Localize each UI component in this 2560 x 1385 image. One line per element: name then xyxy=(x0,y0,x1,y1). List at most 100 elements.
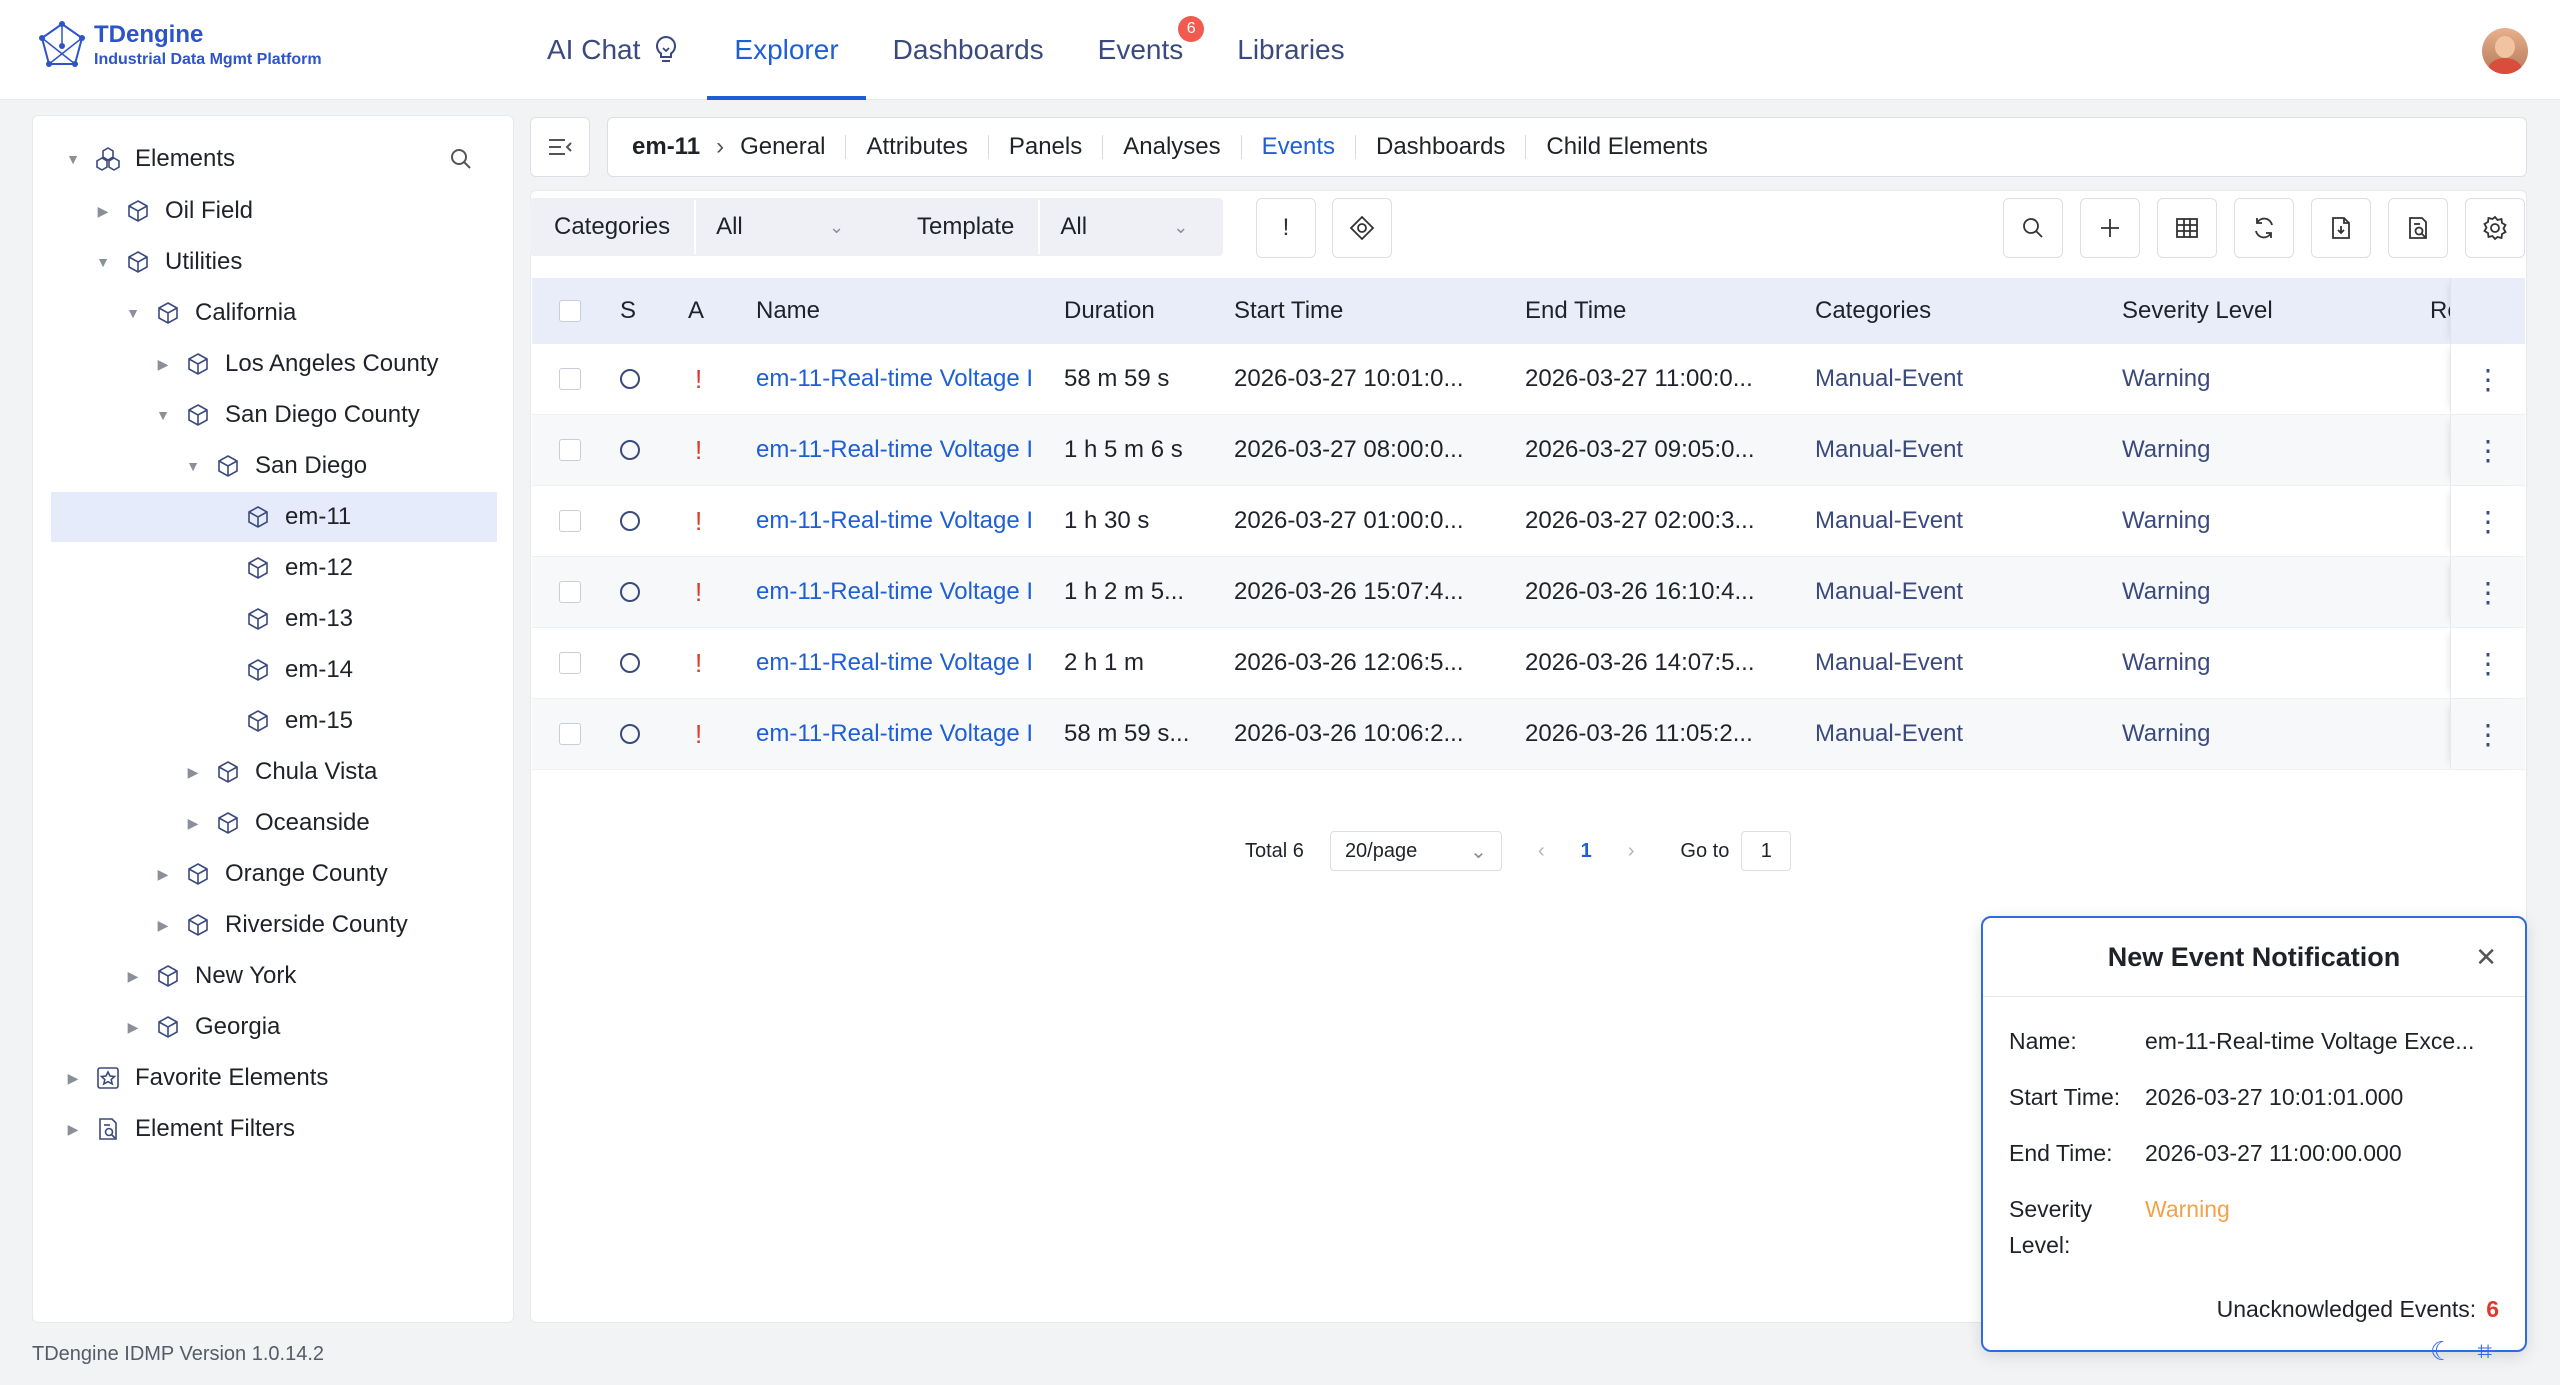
hash-icon[interactable]: ⌗ xyxy=(2477,1336,2492,1368)
tree-node-em-11[interactable]: em-11 xyxy=(51,492,497,542)
search-icon[interactable] xyxy=(449,147,473,171)
header-categories[interactable]: Categories xyxy=(1815,278,1931,344)
row-checkbox[interactable] xyxy=(559,486,581,556)
tree-node-favorite-elements[interactable]: ▶ Favorite Elements xyxy=(51,1053,497,1103)
add-event-button[interactable] xyxy=(2080,198,2140,258)
table-row[interactable]: ! em-11-Real-time Voltage I 58 m 59 s 20… xyxy=(532,344,2525,415)
caret-right-icon[interactable]: ▶ xyxy=(125,968,141,984)
caret-right-icon[interactable]: ▶ xyxy=(65,1121,81,1137)
event-name-link[interactable]: em-11-Real-time Voltage I xyxy=(756,415,1046,485)
tree-node-san-diego[interactable]: ▼ San Diego xyxy=(51,441,497,491)
moon-icon[interactable]: ☾ xyxy=(2430,1336,2453,1368)
header-truncated[interactable]: Re xyxy=(2430,278,2450,344)
caret-right-icon[interactable]: ▶ xyxy=(155,866,171,882)
header-severity[interactable]: Severity Level xyxy=(2122,278,2273,344)
tree-node-em-14[interactable]: em-14 xyxy=(51,645,497,695)
caret-down-icon[interactable]: ▼ xyxy=(125,305,141,321)
nav-ai-chat[interactable]: AI Chat xyxy=(520,0,707,100)
caret-down-icon[interactable]: ▼ xyxy=(185,458,201,474)
collapse-sidebar-button[interactable] xyxy=(530,117,590,177)
page-size-select[interactable]: 20/page ⌄ xyxy=(1329,831,1502,871)
tree-root-elements[interactable]: ▼ Elements xyxy=(51,134,497,184)
caret-down-icon[interactable]: ▼ xyxy=(65,151,81,167)
unacknowledged-events[interactable]: Unacknowledged Events: 6 xyxy=(2217,1296,2499,1323)
breadcrumb-root[interactable]: em-11 xyxy=(632,133,700,161)
row-checkbox[interactable] xyxy=(559,344,581,414)
tree-node-chula-vista[interactable]: ▶ Chula Vista xyxy=(51,747,497,797)
column-settings-button[interactable] xyxy=(2157,198,2217,258)
tab-events[interactable]: Events xyxy=(1242,135,1356,159)
next-page-icon[interactable]: › xyxy=(1628,840,1635,863)
app-logo[interactable]: TDengine Industrial Data Mgmt Platform xyxy=(38,20,322,72)
row-checkbox[interactable] xyxy=(559,415,581,485)
nav-libraries[interactable]: Libraries xyxy=(1210,0,1371,100)
page-1[interactable]: 1 xyxy=(1581,840,1592,863)
header-status[interactable]: S xyxy=(620,278,636,344)
search-button[interactable] xyxy=(2003,198,2063,258)
header-end-time[interactable]: End Time xyxy=(1525,278,1626,344)
tree-node-oceanside[interactable]: ▶ Oceanside xyxy=(51,798,497,848)
tab-child-elements[interactable]: Child Elements xyxy=(1526,135,1727,159)
categories-select[interactable]: All ⌄ xyxy=(694,200,865,254)
caret-right-icon[interactable]: ▶ xyxy=(95,203,111,219)
tree-node-san-diego-county[interactable]: ▼ San Diego County xyxy=(51,390,497,440)
event-name-link[interactable]: em-11-Real-time Voltage I xyxy=(756,628,1046,698)
event-name-link[interactable]: em-11-Real-time Voltage I xyxy=(756,557,1046,627)
caret-right-icon[interactable]: ▶ xyxy=(185,815,201,831)
tree-node-riverside-county[interactable]: ▶ Riverside County xyxy=(51,900,497,950)
close-icon[interactable]: ✕ xyxy=(2475,942,2497,973)
tab-analyses[interactable]: Analyses xyxy=(1103,135,1242,159)
caret-right-icon[interactable]: ▶ xyxy=(125,1019,141,1035)
caret-down-icon[interactable]: ▼ xyxy=(155,407,171,423)
tab-attributes[interactable]: Attributes xyxy=(846,135,989,159)
table-row[interactable]: ! em-11-Real-time Voltage I 1 h 2 m 5...… xyxy=(532,557,2525,628)
row-checkbox[interactable] xyxy=(559,699,581,769)
tree-node-oil-field[interactable]: ▶ Oil Field xyxy=(51,186,497,236)
row-checkbox[interactable] xyxy=(559,557,581,627)
more-actions-icon[interactable]: ⋮ xyxy=(2450,557,2525,627)
filter-view-button[interactable] xyxy=(2388,198,2448,258)
refresh-button[interactable] xyxy=(2234,198,2294,258)
more-actions-icon[interactable]: ⋮ xyxy=(2450,699,2525,769)
table-row[interactable]: ! em-11-Real-time Voltage I 2 h 1 m 2026… xyxy=(532,628,2525,699)
tree-node-orange-county[interactable]: ▶ Orange County xyxy=(51,849,497,899)
caret-down-icon[interactable]: ▼ xyxy=(95,254,111,270)
header-duration[interactable]: Duration xyxy=(1064,278,1155,344)
tree-node-new-york[interactable]: ▶ New York xyxy=(51,951,497,1001)
more-actions-icon[interactable]: ⋮ xyxy=(2450,344,2525,414)
event-name-link[interactable]: em-11-Real-time Voltage I xyxy=(756,699,1046,769)
more-actions-icon[interactable]: ⋮ xyxy=(2450,628,2525,698)
target-filter-button[interactable] xyxy=(1332,198,1392,258)
name-value[interactable]: em-11-Real-time Voltage Exce... xyxy=(2145,1028,2474,1055)
tree-node-georgia[interactable]: ▶ Georgia xyxy=(51,1002,497,1052)
unacknowledged-filter-button[interactable]: ! xyxy=(1256,198,1316,258)
user-avatar[interactable] xyxy=(2482,28,2528,74)
caret-right-icon[interactable]: ▶ xyxy=(155,917,171,933)
tree-node-em-12[interactable]: em-12 xyxy=(51,543,497,593)
tab-general[interactable]: General xyxy=(740,135,847,159)
more-actions-icon[interactable]: ⋮ xyxy=(2450,415,2525,485)
event-name-link[interactable]: em-11-Real-time Voltage I xyxy=(756,344,1046,414)
tree-node-element-filters[interactable]: ▶ Element Filters xyxy=(51,1104,497,1154)
more-actions-icon[interactable]: ⋮ xyxy=(2450,486,2525,556)
tree-node-los-angeles-county[interactable]: ▶ Los Angeles County xyxy=(51,339,497,389)
template-select[interactable]: All ⌄ xyxy=(1038,200,1209,254)
goto-page-input[interactable]: 1 xyxy=(1741,831,1792,871)
nav-explorer[interactable]: Explorer xyxy=(707,0,866,100)
prev-page-icon[interactable]: ‹ xyxy=(1538,840,1545,863)
tree-node-em-13[interactable]: em-13 xyxy=(51,594,497,644)
header-name[interactable]: Name xyxy=(756,278,820,344)
tree-node-utilities[interactable]: ▼ Utilities xyxy=(51,237,497,287)
header-start-time[interactable]: Start Time xyxy=(1234,278,1343,344)
nav-dashboards[interactable]: Dashboards xyxy=(866,0,1071,100)
settings-button[interactable] xyxy=(2465,198,2525,258)
tab-dashboards[interactable]: Dashboards xyxy=(1356,135,1527,159)
nav-events[interactable]: Events 6 xyxy=(1071,0,1211,100)
row-checkbox[interactable] xyxy=(559,628,581,698)
tab-panels[interactable]: Panels xyxy=(989,135,1104,159)
caret-right-icon[interactable]: ▶ xyxy=(185,764,201,780)
header-ack[interactable]: A xyxy=(688,278,704,344)
caret-right-icon[interactable]: ▶ xyxy=(65,1070,81,1086)
tree-node-em-15[interactable]: em-15 xyxy=(51,696,497,746)
export-button[interactable] xyxy=(2311,198,2371,258)
